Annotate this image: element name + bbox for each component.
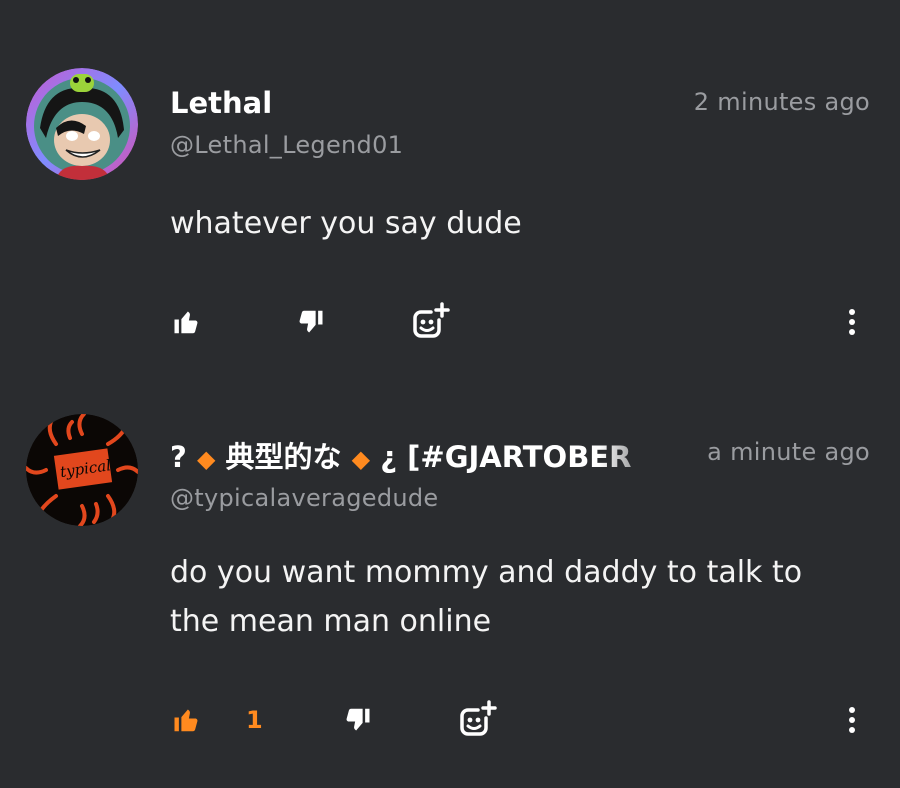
timestamp: 2 minutes ago xyxy=(693,88,870,116)
avatar-image xyxy=(26,68,138,180)
like-count: 1 xyxy=(246,700,263,740)
dislike-button[interactable] xyxy=(341,700,373,740)
diamond-icon: ◆ xyxy=(196,445,216,473)
comment-text: do you want mommy and daddy to talk to t… xyxy=(170,555,803,639)
name-part: 典型的な xyxy=(225,440,342,474)
comment-actions xyxy=(0,302,900,342)
avatar-image: typical xyxy=(26,414,138,526)
thumbs-up-icon xyxy=(174,311,198,334)
more-options-button[interactable] xyxy=(845,700,859,740)
like-button[interactable] xyxy=(171,302,203,342)
name-part: ¿ [#GJARTOBER xyxy=(380,440,632,474)
display-name[interactable]: ? ◆ 典型的な ◆ ¿ [#GJARTOBER xyxy=(170,434,675,476)
more-options-icon xyxy=(849,309,855,335)
add-reaction-button[interactable] xyxy=(458,700,498,740)
comment-item: Lethal 2 minutes ago @Lethal_Legend01 wh… xyxy=(0,0,900,380)
timestamp: a minute ago xyxy=(707,438,870,466)
user-handle[interactable]: @Lethal_Legend01 xyxy=(170,131,403,159)
diamond-icon: ◆ xyxy=(351,445,371,473)
user-handle[interactable]: @typicalaveragedude xyxy=(170,484,438,512)
dislike-button[interactable] xyxy=(294,302,326,342)
avatar[interactable]: typical xyxy=(26,414,138,526)
comment-text: whatever you say dude xyxy=(170,206,522,241)
avatar[interactable] xyxy=(26,68,138,180)
thumbs-down-icon xyxy=(346,708,370,731)
more-options-button[interactable] xyxy=(845,302,859,342)
like-button[interactable] xyxy=(171,700,203,740)
display-name[interactable]: Lethal xyxy=(170,86,272,120)
thumbs-down-icon xyxy=(299,310,323,333)
comment-item: typical ? ◆ 典型的な ◆ ¿ [#GJARTOBER a minut… xyxy=(0,380,900,788)
add-reaction-icon xyxy=(413,302,450,338)
add-reaction-icon xyxy=(460,700,497,736)
add-reaction-button[interactable] xyxy=(411,302,451,342)
name-part: ? xyxy=(170,440,187,474)
like-count-text: 1 xyxy=(246,706,263,734)
comment-actions: 1 xyxy=(0,700,900,740)
thumbs-up-icon xyxy=(174,709,198,732)
more-options-icon xyxy=(849,707,855,733)
